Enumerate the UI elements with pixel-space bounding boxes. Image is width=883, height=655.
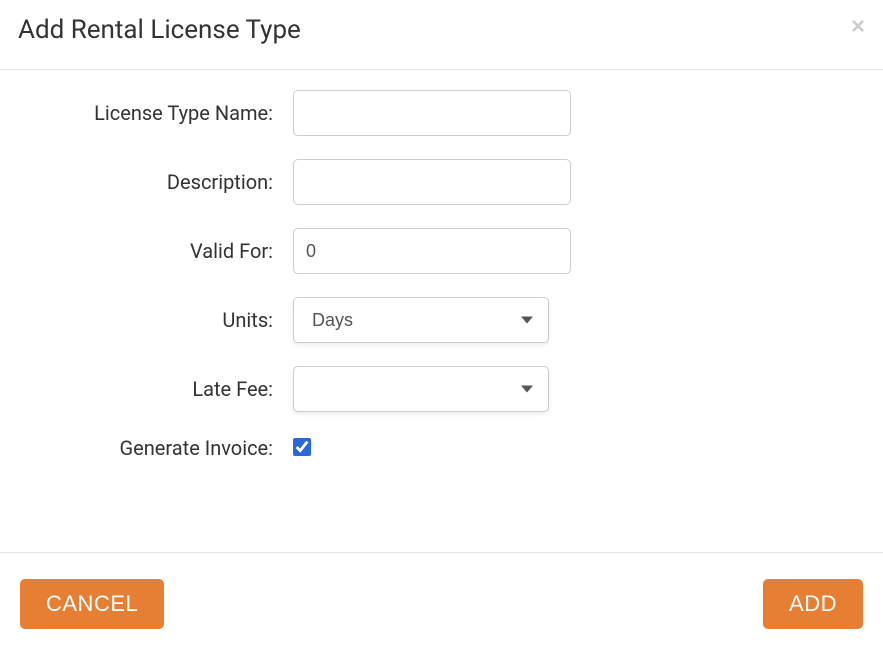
modal-footer: CANCEL ADD <box>0 552 883 655</box>
valid-for-wrapper <box>293 228 571 274</box>
units-select-wrapper: Days <box>293 297 549 343</box>
license-type-name-wrapper <box>293 90 571 136</box>
add-rental-license-modal: Add Rental License Type × License Type N… <box>0 0 883 655</box>
modal-body: License Type Name: Description: Valid Fo… <box>0 70 883 552</box>
description-wrapper <box>293 159 571 205</box>
license-type-name-input[interactable] <box>293 90 571 136</box>
late-fee-label: Late Fee: <box>18 377 293 401</box>
form-row-license-type-name: License Type Name: <box>18 90 865 136</box>
generate-invoice-label: Generate Invoice: <box>18 436 293 460</box>
form-row-units: Units: Days <box>18 297 865 343</box>
cancel-button[interactable]: CANCEL <box>20 579 164 629</box>
late-fee-select[interactable] <box>293 366 549 412</box>
close-button[interactable]: × <box>851 15 865 39</box>
units-wrapper: Days <box>293 297 549 343</box>
late-fee-select-wrapper <box>293 366 549 412</box>
units-label: Units: <box>18 308 293 332</box>
description-label: Description: <box>18 170 293 194</box>
form-row-description: Description: <box>18 159 865 205</box>
generate-invoice-checkbox[interactable] <box>293 438 311 456</box>
generate-invoice-wrapper <box>293 435 311 460</box>
description-input[interactable] <box>293 159 571 205</box>
license-type-name-label: License Type Name: <box>18 101 293 125</box>
form-row-late-fee: Late Fee: <box>18 366 865 412</box>
close-icon: × <box>851 13 865 40</box>
add-button[interactable]: ADD <box>763 579 863 629</box>
valid-for-label: Valid For: <box>18 239 293 263</box>
late-fee-wrapper <box>293 366 549 412</box>
form-row-generate-invoice: Generate Invoice: <box>18 435 865 460</box>
units-select[interactable]: Days <box>293 297 549 343</box>
form-row-valid-for: Valid For: <box>18 228 865 274</box>
modal-header: Add Rental License Type × <box>0 0 883 70</box>
modal-title: Add Rental License Type <box>18 15 301 45</box>
valid-for-input[interactable] <box>293 228 571 274</box>
